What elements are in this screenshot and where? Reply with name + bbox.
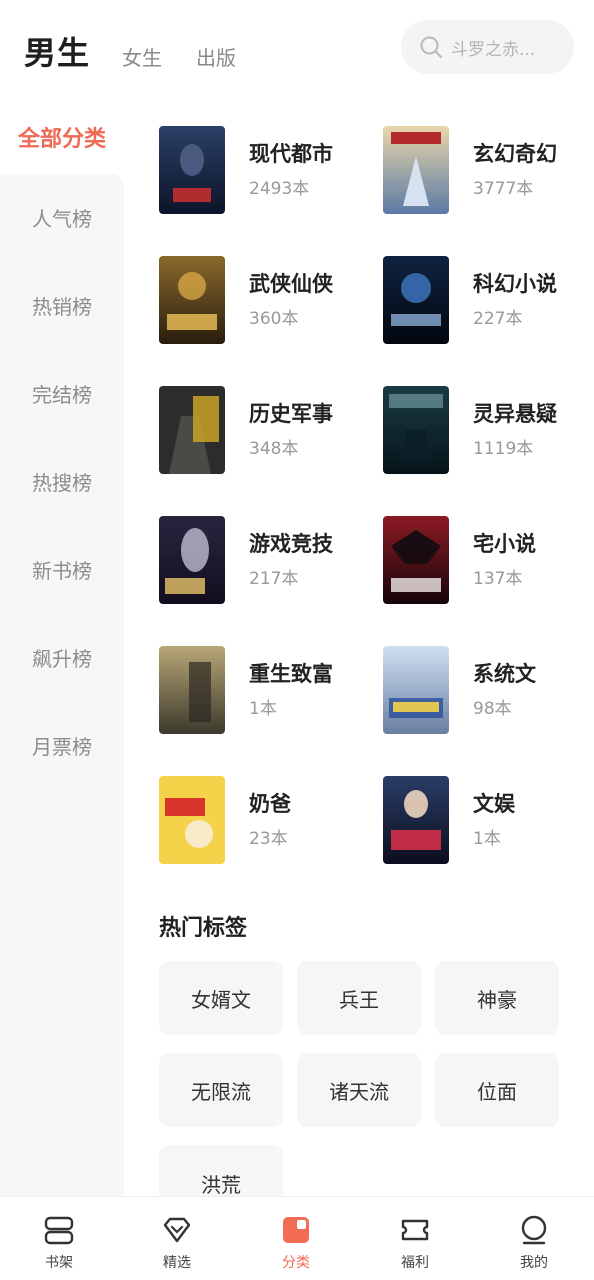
category-name: 重生致富: [249, 662, 333, 686]
category-card[interactable]: 灵异悬疑 1119本: [383, 386, 594, 476]
category-name: 游戏竞技: [249, 532, 333, 556]
sidebar-item-all-categories[interactable]: 全部分类: [0, 100, 124, 174]
category-name: 文娱: [473, 792, 515, 816]
category-card[interactable]: 系统文 98本: [383, 646, 594, 736]
sidebar-item-popular[interactable]: 人气榜: [0, 187, 124, 247]
book-cover-image: [383, 126, 449, 214]
nav-label: 分类: [282, 1255, 310, 1271]
tag-chip[interactable]: 无限流: [159, 1053, 283, 1127]
sidebar-item-bestselling[interactable]: 热销榜: [0, 275, 124, 335]
profile-icon: [521, 1215, 547, 1245]
category-name: 武侠仙侠: [249, 272, 333, 296]
category-count: 348本: [249, 439, 299, 459]
search-icon: [420, 36, 442, 58]
top-header: 男生 女生 出版 斗罗之赤...: [0, 0, 594, 100]
sidebar-item-rising[interactable]: 飙升榜: [0, 627, 124, 687]
category-count: 98本: [473, 699, 512, 719]
category-name: 科幻小说: [473, 272, 557, 296]
category-name: 玄幻奇幻: [473, 142, 557, 166]
sidebar-item-new-books[interactable]: 新书榜: [0, 539, 124, 599]
book-cover-image: [159, 646, 225, 734]
book-cover-image: [159, 776, 225, 864]
diamond-icon: [163, 1217, 191, 1243]
category-card[interactable]: 现代都市 2493本: [159, 126, 379, 216]
category-name: 灵异悬疑: [473, 402, 557, 426]
nav-bookshelf[interactable]: 书架: [0, 1197, 118, 1280]
category-count: 137本: [473, 569, 523, 589]
sidebar-item-monthly-votes[interactable]: 月票榜: [0, 715, 124, 775]
category-card[interactable]: 宅小说 137本: [383, 516, 594, 606]
book-cover-image: [383, 646, 449, 734]
nav-profile[interactable]: 我的: [475, 1197, 593, 1280]
category-name: 系统文: [473, 662, 536, 686]
nav-label: 福利: [401, 1255, 429, 1271]
tag-chip[interactable]: 神豪: [435, 961, 559, 1035]
category-card[interactable]: 历史军事 348本: [159, 386, 379, 476]
search-placeholder: 斗罗之赤...: [451, 39, 536, 60]
category-card[interactable]: 重生致富 1本: [159, 646, 379, 736]
tab-male[interactable]: 男生: [24, 28, 90, 74]
category-card[interactable]: 科幻小说 227本: [383, 256, 594, 346]
book-cover-image: [383, 516, 449, 604]
search-input[interactable]: 斗罗之赤...: [401, 20, 574, 74]
tag-chip[interactable]: 兵王: [297, 961, 421, 1035]
category-count: 3777本: [473, 179, 534, 199]
category-name: 宅小说: [473, 532, 536, 556]
category-count: 23本: [249, 829, 288, 849]
category-card[interactable]: 文娱 1本: [383, 776, 594, 866]
category-count: 1本: [249, 699, 277, 719]
category-count: 1本: [473, 829, 501, 849]
nav-label: 我的: [520, 1255, 548, 1271]
tab-publish[interactable]: 出版: [196, 42, 236, 71]
book-cover-image: [383, 386, 449, 474]
tab-female[interactable]: 女生: [122, 42, 162, 71]
category-icon: [283, 1217, 309, 1243]
category-count: 227本: [473, 309, 523, 329]
nav-label: 精选: [163, 1255, 191, 1271]
book-cover-image: [383, 776, 449, 864]
nav-featured[interactable]: 精选: [118, 1197, 236, 1280]
book-cover-image: [159, 516, 225, 604]
sidebar-item-completed[interactable]: 完结榜: [0, 363, 124, 423]
tag-chip[interactable]: 女婿文: [159, 961, 283, 1035]
nav-label: 书架: [45, 1255, 73, 1271]
category-count: 217本: [249, 569, 299, 589]
tag-chip[interactable]: 位面: [435, 1053, 559, 1127]
category-name: 历史军事: [249, 402, 333, 426]
category-count: 360本: [249, 309, 299, 329]
bottom-nav: 书架 精选 分类 福利 我的: [0, 1196, 594, 1280]
category-name: 现代都市: [249, 142, 333, 166]
ticket-icon: [401, 1219, 429, 1241]
book-cover-image: [159, 126, 225, 214]
category-card[interactable]: 武侠仙侠 360本: [159, 256, 379, 346]
bookshelf-icon: [44, 1216, 74, 1245]
category-count: 2493本: [249, 179, 310, 199]
book-cover-image: [383, 256, 449, 344]
category-card[interactable]: 奶爸 23本: [159, 776, 379, 866]
tag-chip[interactable]: 诸天流: [297, 1053, 421, 1127]
tag-chip[interactable]: 洪荒: [159, 1145, 283, 1197]
category-card[interactable]: 玄幻奇幻 3777本: [383, 126, 594, 216]
book-cover-image: [159, 256, 225, 344]
category-card[interactable]: 游戏竞技 217本: [159, 516, 379, 606]
nav-categories[interactable]: 分类: [237, 1197, 355, 1280]
book-cover-image: [159, 386, 225, 474]
nav-rewards[interactable]: 福利: [356, 1197, 474, 1280]
category-count: 1119本: [473, 439, 534, 459]
sidebar-item-hot-search[interactable]: 热搜榜: [0, 451, 124, 511]
hot-tags-title: 热门标签: [159, 916, 248, 941]
category-name: 奶爸: [249, 792, 291, 816]
